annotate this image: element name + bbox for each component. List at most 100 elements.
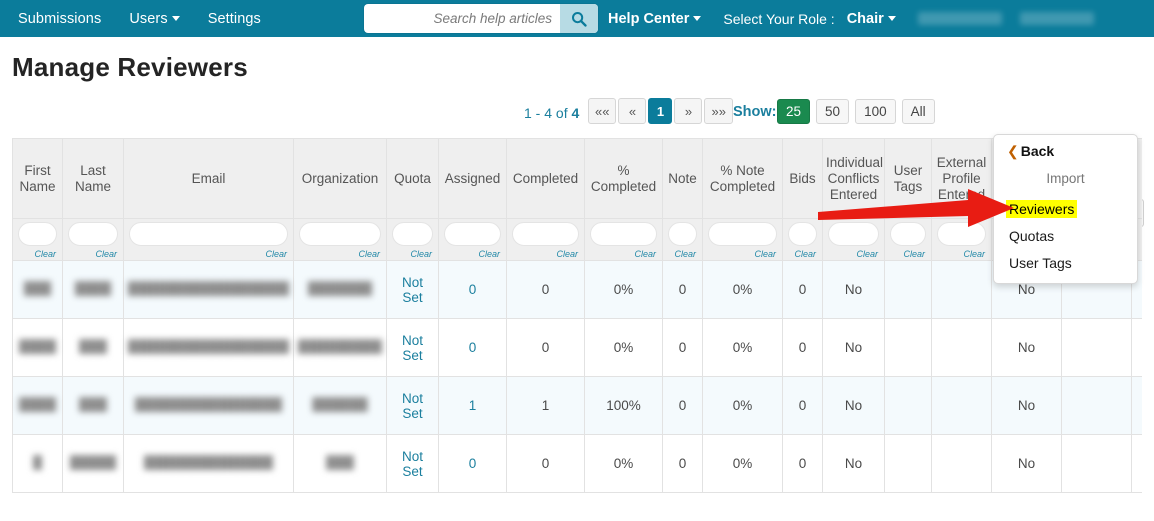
dropdown-item-reviewers[interactable]: Reviewers bbox=[1006, 200, 1078, 218]
filter-input-0[interactable] bbox=[18, 222, 57, 246]
clear-filter-link-9[interactable]: Clear bbox=[754, 249, 776, 259]
search-input[interactable] bbox=[364, 4, 560, 33]
column-header-bids[interactable]: Bids bbox=[782, 138, 823, 219]
cell-user_tags bbox=[884, 318, 932, 377]
page-size-group: 25 50 100 All bbox=[777, 99, 941, 124]
cell-completed: 0 bbox=[506, 318, 585, 377]
nav-item-users[interactable]: Users bbox=[129, 11, 180, 27]
table-toolbar: 1 - 4 of 4 «« « 1 » »» Show: 25 50 100 A… bbox=[0, 98, 1154, 227]
dropdown-back-label: Back bbox=[1020, 143, 1055, 159]
column-header-first-name[interactable]: First Name bbox=[12, 138, 63, 219]
filter-input-6[interactable] bbox=[512, 222, 579, 246]
redacted-nav-item-1[interactable] bbox=[917, 12, 1002, 25]
filter-input-10[interactable] bbox=[788, 222, 817, 246]
cell-email: ██████████████████ bbox=[123, 318, 294, 377]
dropdown-back-button[interactable]: ❮ Back bbox=[1007, 143, 1054, 160]
cell-individual_conflicts: No bbox=[822, 434, 885, 493]
search-button[interactable] bbox=[560, 4, 598, 33]
page-size-50[interactable]: 50 bbox=[816, 99, 850, 124]
column-header-organization[interactable]: Organization bbox=[293, 138, 387, 219]
column-header-note-completed[interactable]: % Note Completed bbox=[702, 138, 783, 219]
role-selector[interactable]: Chair bbox=[847, 11, 896, 27]
table-row[interactable]: ████████████████████████████████████Not … bbox=[12, 318, 1142, 377]
clear-filter-link-5[interactable]: Clear bbox=[478, 249, 500, 259]
assigned-link[interactable]: 0 bbox=[469, 340, 477, 355]
search-icon bbox=[572, 11, 587, 27]
quota-link[interactable]: Not Set bbox=[402, 333, 423, 363]
filter-input-8[interactable] bbox=[668, 222, 697, 246]
filter-input-11[interactable] bbox=[828, 222, 879, 246]
column-header-completed[interactable]: % Completed bbox=[584, 138, 663, 219]
column-header-last-name[interactable]: Last Name bbox=[62, 138, 124, 219]
filter-cell-7: Clear bbox=[584, 218, 663, 261]
cell-note: 0 bbox=[662, 318, 703, 377]
next-page-button[interactable]: » bbox=[674, 98, 703, 124]
cell-individual_conflicts: No bbox=[822, 376, 885, 435]
column-header-note[interactable]: Note bbox=[662, 138, 703, 219]
quota-link[interactable]: Not Set bbox=[402, 449, 423, 479]
clear-filter-link-11[interactable]: Clear bbox=[856, 249, 878, 259]
clear-filter-link-12[interactable]: Clear bbox=[903, 249, 925, 259]
page-size-all[interactable]: All bbox=[901, 99, 935, 124]
column-header-external-profile-entered[interactable]: External Profile Entered bbox=[931, 138, 992, 219]
clear-filter-link-10[interactable]: Clear bbox=[794, 249, 816, 259]
prev-page-button[interactable]: « bbox=[618, 98, 647, 124]
nav-label-settings: Settings bbox=[207, 10, 261, 27]
assigned-link[interactable]: 0 bbox=[469, 456, 477, 471]
clear-filter-link-13[interactable]: Clear bbox=[963, 249, 985, 259]
clear-filter-link-8[interactable]: Clear bbox=[674, 249, 696, 259]
filter-cell-0: Clear bbox=[12, 218, 63, 261]
dropdown-item-user-tags[interactable]: User Tags bbox=[1006, 254, 1075, 272]
quota-link[interactable]: Not Set bbox=[402, 391, 423, 421]
redacted-nav-item-2[interactable] bbox=[1019, 12, 1094, 25]
redacted-value: ████ bbox=[19, 338, 56, 354]
filter-input-5[interactable] bbox=[444, 222, 501, 246]
clear-filter-link-1[interactable]: Clear bbox=[95, 249, 117, 259]
column-header-completed[interactable]: Completed bbox=[506, 138, 585, 219]
cell-extra: No bbox=[991, 376, 1062, 435]
filter-input-2[interactable] bbox=[129, 222, 288, 246]
filter-cell-9: Clear bbox=[702, 218, 783, 261]
assigned-link[interactable]: 1 bbox=[469, 398, 477, 413]
cell-16 bbox=[1131, 376, 1142, 435]
quota-link[interactable]: Not Set bbox=[402, 275, 423, 305]
column-header-quota[interactable]: Quota bbox=[386, 138, 439, 219]
first-page-button[interactable]: «« bbox=[588, 98, 617, 124]
filter-input-3[interactable] bbox=[299, 222, 381, 246]
nav-item-help-center[interactable]: Help Center bbox=[608, 11, 702, 27]
nav-item-submissions[interactable]: Submissions bbox=[18, 11, 101, 27]
cell-first_name: ████ bbox=[12, 318, 63, 377]
help-search-box[interactable] bbox=[364, 4, 598, 33]
column-header-email[interactable]: Email bbox=[123, 138, 294, 219]
table-row[interactable]: ████ ███ ████████████████ ██████ Not Set 1 1 10… bbox=[12, 376, 1142, 435]
table-row[interactable]: █ █████ ██████████████ ███ Not Set 0 0 0% 0 0% 0 No… bbox=[12, 434, 1142, 493]
last-page-button[interactable]: »» bbox=[704, 98, 733, 124]
column-header-individual-conflicts-entered[interactable]: Individual Conflicts Entered bbox=[822, 138, 885, 219]
reviewers-table-container[interactable]: First Name Last Name Email Organization Quot… bbox=[12, 138, 1142, 521]
filter-input-9[interactable] bbox=[708, 222, 777, 246]
clear-filter-link-2[interactable]: Clear bbox=[265, 249, 287, 259]
nav-item-settings[interactable]: Settings bbox=[208, 11, 261, 27]
filter-input-1[interactable] bbox=[68, 222, 118, 246]
table-row[interactable]: ███ ████ ███████████████████ ███████ Not Set… bbox=[12, 260, 1142, 319]
filter-input-7[interactable] bbox=[590, 222, 657, 246]
page-size-25[interactable]: 25 bbox=[777, 99, 811, 124]
filter-input-13[interactable] bbox=[937, 222, 986, 246]
clear-filter-link-0[interactable]: Clear bbox=[34, 249, 56, 259]
filter-input-12[interactable] bbox=[890, 222, 926, 246]
filter-input-4[interactable] bbox=[392, 222, 433, 246]
clear-filter-link-4[interactable]: Clear bbox=[410, 249, 432, 259]
dropdown-item-quotas[interactable]: Quotas bbox=[1006, 227, 1057, 245]
clear-filter-link-7[interactable]: Clear bbox=[634, 249, 656, 259]
filter-cell-1: Clear bbox=[62, 218, 124, 261]
clear-filter-link-3[interactable]: Clear bbox=[358, 249, 380, 259]
redacted-value: ████ bbox=[74, 280, 112, 296]
cell-16 bbox=[1131, 318, 1142, 377]
column-header-user-tags[interactable]: User Tags bbox=[884, 138, 932, 219]
assigned-link[interactable]: 0 bbox=[469, 282, 477, 297]
cell-pct_completed: 0% bbox=[584, 260, 663, 319]
page-size-100[interactable]: 100 bbox=[855, 99, 896, 124]
page-1-button[interactable]: 1 bbox=[648, 98, 673, 124]
clear-filter-link-6[interactable]: Clear bbox=[556, 249, 578, 259]
column-header-assigned[interactable]: Assigned bbox=[438, 138, 507, 219]
